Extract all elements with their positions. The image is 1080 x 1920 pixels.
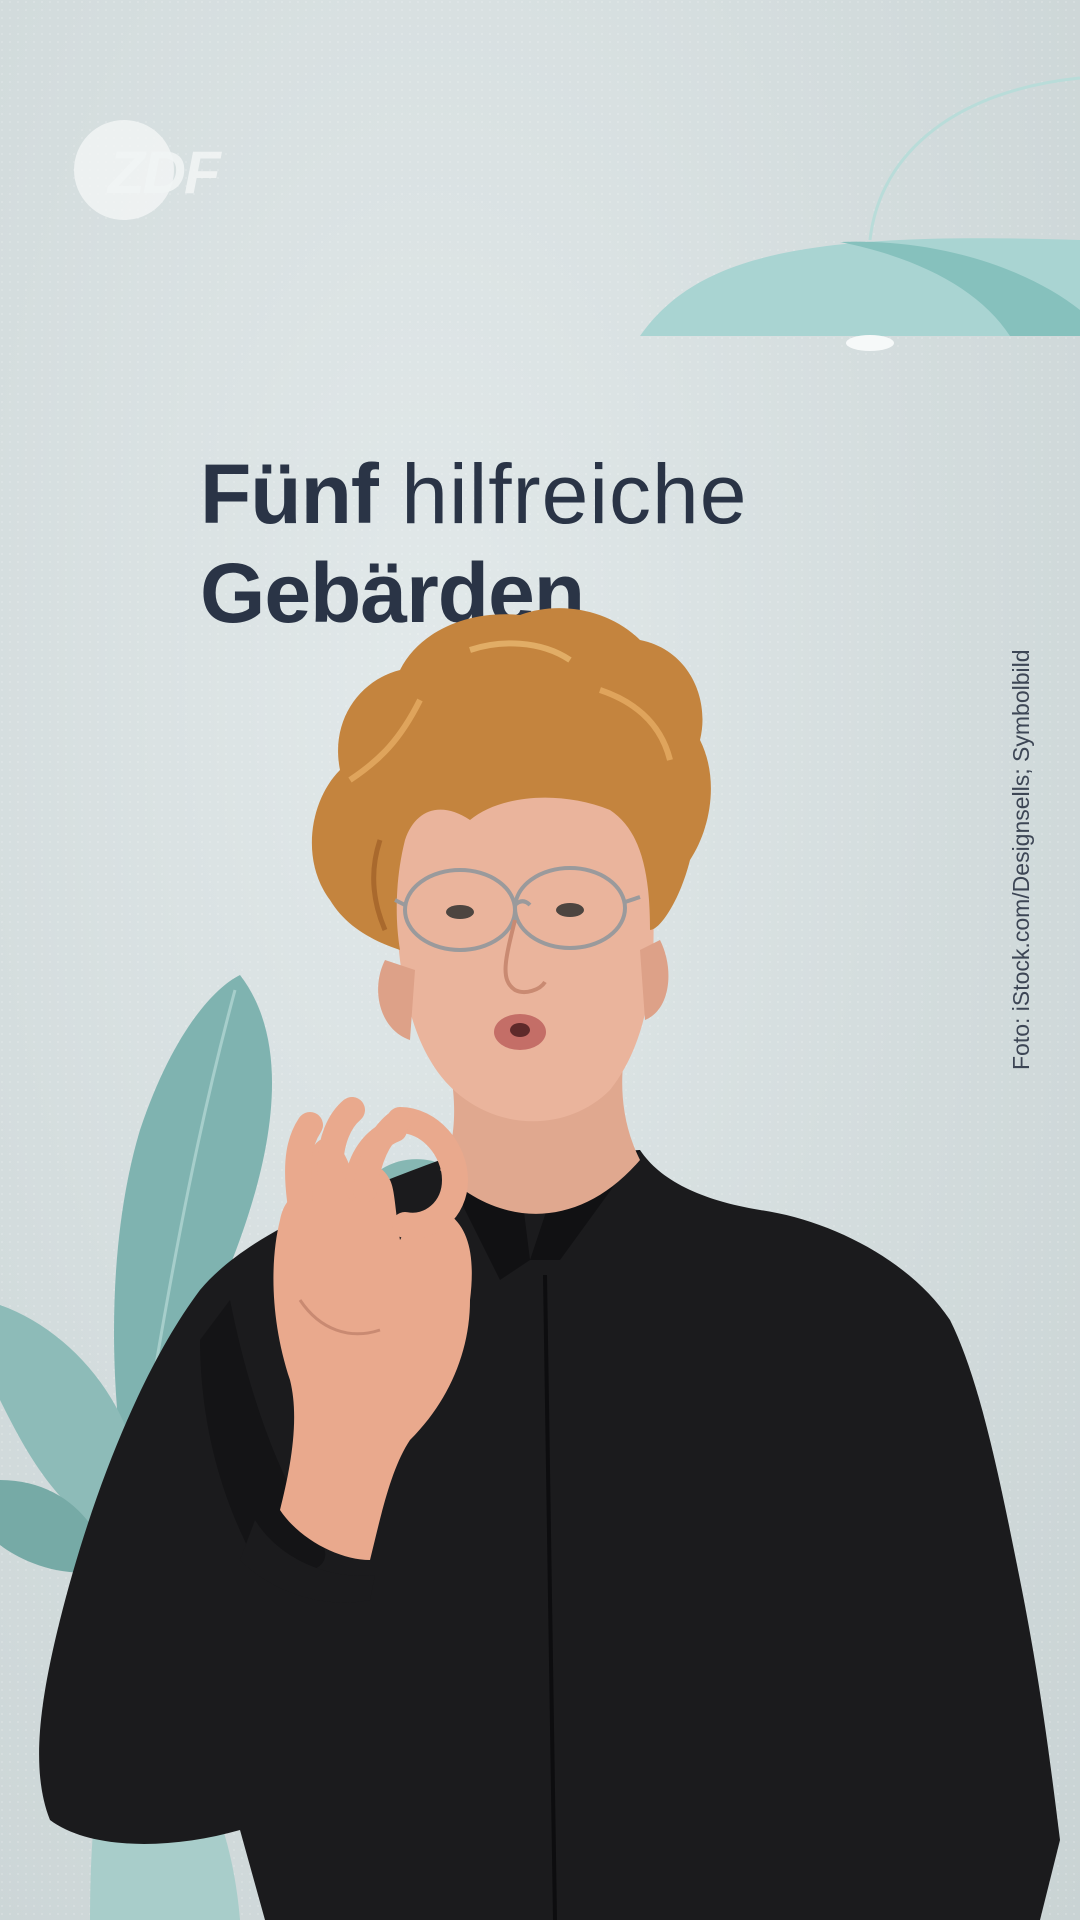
story-canvas: ZDF Fünf hilfreiche Gebärden Foto: iStoc… [0, 0, 1080, 1920]
face [396, 764, 654, 1122]
signing-person-photo [39, 608, 1061, 1920]
